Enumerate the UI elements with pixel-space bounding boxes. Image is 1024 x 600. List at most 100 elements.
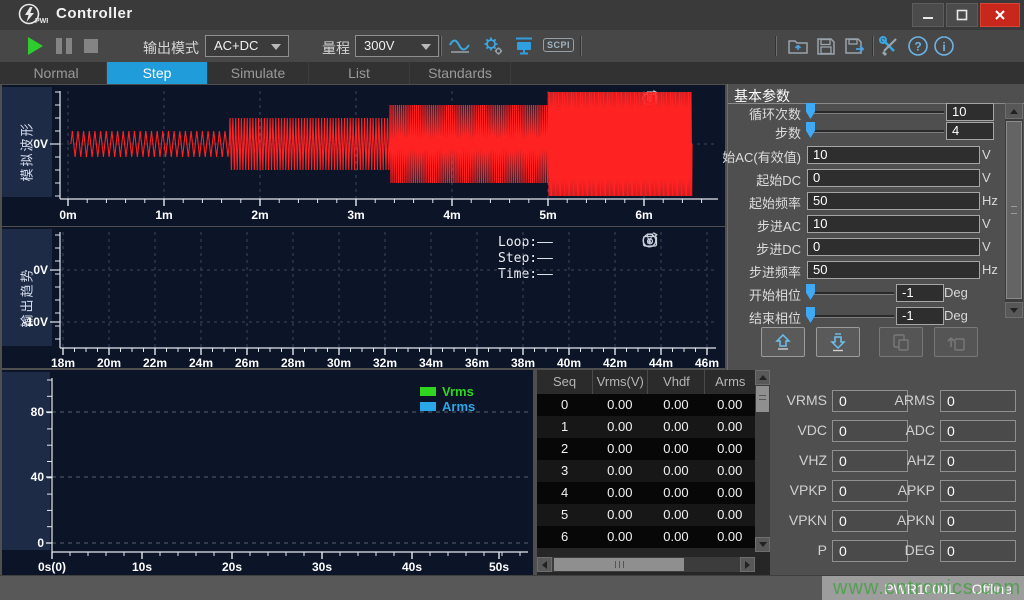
slider-handle[interactable] bbox=[806, 103, 815, 119]
column-header-seq[interactable]: Seq bbox=[537, 370, 592, 394]
chevron-down-icon bbox=[421, 44, 431, 50]
table-cell: 0.00 bbox=[647, 416, 704, 438]
arrow-up-button[interactable] bbox=[761, 327, 805, 357]
settings-gears-icon[interactable] bbox=[481, 35, 505, 57]
column-header-vhdf[interactable]: Vhdf bbox=[647, 370, 704, 394]
hscroll-thumb[interactable] bbox=[554, 558, 684, 571]
tab-normal[interactable]: Normal bbox=[6, 62, 107, 84]
param-unit: V bbox=[982, 216, 991, 231]
param-unit: Hz bbox=[982, 193, 998, 208]
minimize-button[interactable] bbox=[912, 3, 944, 27]
param-row: 步进频率50Hz bbox=[728, 261, 1024, 279]
arrow-down-button[interactable] bbox=[816, 327, 860, 357]
toolbar-separator bbox=[440, 36, 442, 56]
maximize-button[interactable] bbox=[946, 3, 978, 27]
table-row[interactable]: 10.000.000.00 bbox=[537, 416, 755, 438]
display-icon[interactable] bbox=[512, 35, 536, 57]
measure-label-ahz: AHZ bbox=[875, 452, 935, 468]
close-button[interactable] bbox=[980, 3, 1020, 27]
run-button[interactable] bbox=[28, 37, 43, 55]
scroll-up-button[interactable] bbox=[1005, 103, 1023, 119]
stop-button[interactable] bbox=[84, 39, 98, 53]
svg-text:2m: 2m bbox=[251, 208, 268, 222]
param-value-box[interactable]: 10 bbox=[946, 103, 994, 121]
tab-step[interactable]: Step bbox=[107, 62, 208, 84]
slider-handle[interactable] bbox=[806, 307, 815, 323]
help-icon[interactable]: ? bbox=[906, 35, 930, 57]
param-row: 起始DC0V bbox=[728, 169, 1024, 187]
table-row[interactable]: 50.000.000.00 bbox=[537, 504, 755, 526]
scroll-right-button[interactable] bbox=[740, 557, 755, 572]
x-autoscale-icon[interactable]: X bbox=[668, 89, 686, 107]
range-select[interactable]: 300V bbox=[355, 35, 439, 57]
x-autoscale-icon[interactable]: X bbox=[668, 231, 686, 249]
svg-text:44m: 44m bbox=[649, 356, 673, 368]
param-value-box[interactable]: 4 bbox=[946, 122, 994, 140]
param-value-box[interactable]: -1 bbox=[896, 307, 944, 325]
about-icon[interactable]: i bbox=[932, 35, 956, 57]
table-row[interactable]: 30.000.000.00 bbox=[537, 460, 755, 482]
svg-text:28m: 28m bbox=[281, 356, 305, 368]
vscroll-thumb[interactable] bbox=[1006, 121, 1022, 299]
table-row[interactable]: 00.000.000.00 bbox=[537, 394, 755, 416]
tab-simulate[interactable]: Simulate bbox=[208, 62, 309, 84]
svg-text:Y: Y bbox=[647, 95, 653, 104]
output-mode-select[interactable]: AC+DC bbox=[205, 35, 289, 57]
table-cell: 0.00 bbox=[592, 416, 647, 438]
param-input[interactable]: 0 bbox=[807, 169, 980, 187]
table-cell: 0.00 bbox=[647, 526, 704, 548]
output-trend-chart: 输出趋势 0V -10V Loop:—— Step:—— Time:—— YX … bbox=[2, 227, 725, 368]
scpi-icon[interactable]: SCPI bbox=[543, 38, 574, 52]
y-tick-label: 40 bbox=[10, 470, 44, 484]
copy-button[interactable] bbox=[879, 327, 923, 357]
panel-scrollbar[interactable] bbox=[1005, 103, 1023, 318]
table-row[interactable]: 20.000.000.00 bbox=[537, 438, 755, 460]
toolbar-separator bbox=[775, 36, 777, 56]
pause-button[interactable] bbox=[56, 38, 74, 54]
column-header-arms[interactable]: Arms bbox=[704, 370, 755, 394]
save-as-icon[interactable] bbox=[843, 35, 867, 57]
analog-waveform-chart: 模拟波形 0V YX 0m1m2m3m4m5m6m bbox=[2, 85, 725, 226]
param-input[interactable]: 50 bbox=[807, 192, 980, 210]
column-header-vrmsv[interactable]: Vrms(V) bbox=[592, 370, 647, 394]
svg-text:38m: 38m bbox=[511, 356, 535, 368]
param-input[interactable]: 10 bbox=[807, 146, 980, 164]
slider-handle[interactable] bbox=[806, 284, 815, 300]
y-autoscale-icon[interactable]: Y bbox=[641, 89, 659, 107]
scroll-down-button[interactable] bbox=[1005, 302, 1023, 318]
chart-y-title: 模拟波形 bbox=[17, 102, 36, 202]
svg-text:32m: 32m bbox=[373, 356, 397, 368]
table-row[interactable]: 40.000.000.00 bbox=[537, 482, 755, 504]
table-cell: 4 bbox=[537, 482, 592, 504]
slider-track[interactable] bbox=[814, 292, 894, 295]
table-hscrollbar[interactable] bbox=[537, 557, 755, 572]
tab-list[interactable]: List bbox=[309, 62, 410, 84]
param-value-box[interactable]: -1 bbox=[896, 284, 944, 302]
save-icon[interactable] bbox=[814, 35, 838, 57]
open-file-icon[interactable] bbox=[786, 35, 810, 57]
y-autoscale-icon[interactable]: Y bbox=[641, 231, 659, 249]
y-axis-strip bbox=[2, 372, 50, 550]
upload-button[interactable] bbox=[934, 327, 978, 357]
slider-track[interactable] bbox=[814, 315, 894, 318]
param-row: 开始相位-1Deg bbox=[728, 284, 1024, 302]
measure-label-vdc: VDC bbox=[767, 422, 827, 438]
slider-track[interactable] bbox=[814, 130, 944, 133]
table-cell: 1 bbox=[537, 416, 592, 438]
tools-icon[interactable] bbox=[878, 35, 902, 57]
param-label: 结束相位 bbox=[708, 308, 801, 327]
table-cell: 0.00 bbox=[647, 394, 704, 416]
svg-text:20s: 20s bbox=[222, 560, 242, 574]
table-row[interactable]: 60.000.000.00 bbox=[537, 526, 755, 548]
scroll-left-button[interactable] bbox=[537, 557, 552, 572]
waveform-icon[interactable] bbox=[448, 35, 472, 57]
measure-value-deg: 0 bbox=[940, 540, 1016, 562]
slider-handle[interactable] bbox=[806, 122, 815, 138]
svg-text:50s: 50s bbox=[489, 560, 509, 574]
param-input[interactable]: 10 bbox=[807, 215, 980, 233]
slider-track[interactable] bbox=[814, 111, 944, 114]
param-input[interactable]: 50 bbox=[807, 261, 980, 279]
param-input[interactable]: 0 bbox=[807, 238, 980, 256]
scroll-up-button[interactable] bbox=[755, 370, 770, 385]
tab-standards[interactable]: Standards bbox=[410, 62, 511, 84]
